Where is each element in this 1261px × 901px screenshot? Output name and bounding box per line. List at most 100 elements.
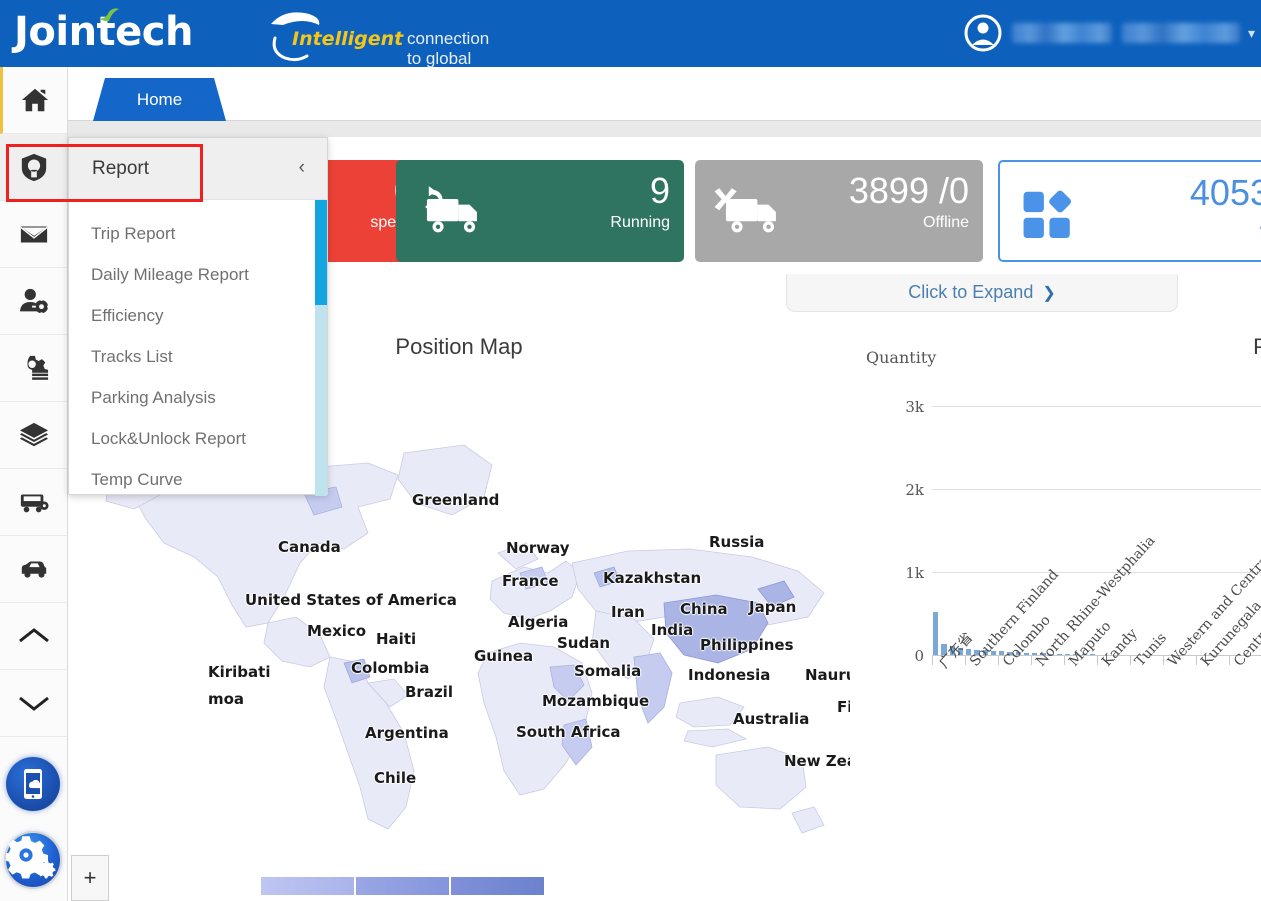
logo-checkmark-icon <box>99 8 119 22</box>
map-label: Philippines <box>700 636 794 654</box>
left-icon-rail <box>0 67 68 901</box>
chart-y-axis-label: Quantity <box>866 348 937 367</box>
map-label: Indonesia <box>688 666 771 684</box>
kpi-card-all[interactable]: 4053 A <box>998 160 1261 262</box>
kpi-value: 9 <box>649 170 670 211</box>
map-label: Iran <box>611 603 645 621</box>
shield-report-icon <box>21 153 46 182</box>
map-label: Guinea <box>474 647 534 665</box>
map-label: Brazil <box>405 683 453 701</box>
mobile-cloud-icon <box>24 769 42 799</box>
tab-home[interactable]: Home <box>93 78 226 121</box>
y-tick-label: 1k <box>905 564 924 582</box>
flyout-item[interactable]: Tracks List <box>69 336 327 377</box>
chevron-down-icon <box>18 696 49 711</box>
gear-list-icon <box>26 355 48 380</box>
mobile-app-button[interactable] <box>6 757 60 811</box>
map-label: Colombia <box>351 659 430 677</box>
map-label: India <box>651 621 694 639</box>
map-label: Fiji <box>837 698 850 716</box>
map-label: Canada <box>278 538 341 556</box>
kpi-value: 4053 <box>1189 172 1261 213</box>
user-settings-icon <box>19 288 49 316</box>
x-axis-labels: 广东省 Southern Finland Colombo North Rhine-We… <box>850 507 1261 895</box>
chevron-down-icon: ❯ <box>1042 284 1056 302</box>
sidebar-item-report[interactable] <box>0 134 67 201</box>
y-tick-label: 2k <box>905 481 924 499</box>
map-label: Kazakhstan <box>603 569 702 587</box>
map-label: Norway <box>506 539 570 557</box>
sidebar-item-layers[interactable] <box>0 402 67 469</box>
map-label: Mexico <box>307 622 367 640</box>
bar[interactable] <box>933 611 939 655</box>
sidebar-item-vehicle[interactable] <box>0 536 67 603</box>
tagline-emphasis: Intelligent <box>292 28 404 50</box>
kpi-card-running[interactable]: 9 Running <box>396 160 684 262</box>
sidebar-item-user-management[interactable] <box>0 268 67 335</box>
brand-logo[interactable]: Jointech <box>14 4 194 60</box>
sidebar-item-truck-management[interactable] <box>0 469 67 536</box>
flyout-item[interactable]: Lock&Unlock Report <box>69 418 327 459</box>
chart-plot-area[interactable]: 3k 2k 1k 0 <box>850 372 1261 665</box>
legend-segment <box>355 876 450 896</box>
flyout-header[interactable]: Report ‹ <box>69 138 327 200</box>
legend-segment <box>260 876 355 896</box>
sidebar-item-device-config[interactable] <box>0 335 67 402</box>
home-icon <box>21 88 49 112</box>
legend-segment <box>450 876 545 896</box>
position-statistics-panel: Pos Quantity 3k 2k 1k 0 广东省Southern Finl… <box>850 312 1261 901</box>
map-legend <box>260 876 545 896</box>
avatar-icon <box>964 14 1002 52</box>
map-label: China <box>680 600 728 618</box>
flyout-item[interactable]: Parking Analysis <box>69 377 327 418</box>
map-label: South Africa <box>516 723 621 741</box>
sidebar-item-home[interactable] <box>0 67 67 134</box>
map-label: Kiribati <box>208 663 271 681</box>
chart-title: Pos <box>1253 334 1261 359</box>
app-root: Jointech Intelligent connection to globa… <box>0 0 1261 901</box>
chevron-down-icon: ▾ <box>1247 24 1255 41</box>
sidebar-item-messages[interactable] <box>0 201 67 268</box>
settings-gear-icon <box>4 836 56 879</box>
content-separator <box>68 121 1261 137</box>
chevron-up-icon <box>18 628 49 643</box>
flyout-item[interactable]: Efficiency <box>69 295 327 336</box>
collapse-icon[interactable]: ‹ <box>299 158 305 178</box>
y-tick-label: 3k <box>905 398 924 416</box>
scrollbar-thumb[interactable] <box>315 200 327 305</box>
flyout-item[interactable]: Daily Mileage Report <box>69 254 327 295</box>
map-label: Greenland <box>412 491 500 509</box>
map-label: Somalia <box>574 662 642 680</box>
grid-blocks-icon <box>1023 190 1071 239</box>
map-zoom-in-button[interactable]: + <box>71 855 109 901</box>
map-label: United States of America <box>245 591 457 609</box>
map-label: Nauru <box>805 666 850 684</box>
user-account-menu[interactable]: ▾ <box>964 10 1255 56</box>
click-to-expand-button[interactable]: Click to Expand ❯ <box>786 274 1178 312</box>
username-redacted <box>1011 23 1112 43</box>
sidebar-scroll-down[interactable] <box>0 670 67 737</box>
app-header: Jointech Intelligent connection to globa… <box>0 0 1261 108</box>
tab-bar: Home <box>68 67 1261 121</box>
flyout-item-list: Trip Report Daily Mileage Report Efficienc… <box>69 200 327 500</box>
flyout-title: Report <box>92 157 150 179</box>
settings-button[interactable] <box>4 833 60 887</box>
map-label: Algeria <box>508 613 569 631</box>
kpi-label: Running <box>610 214 670 231</box>
flyout-item[interactable]: Trip Report <box>69 213 327 254</box>
sidebar-scroll-up[interactable] <box>0 603 67 670</box>
report-flyout-menu: Report ‹ Trip Report Daily Mileage Report… <box>68 137 328 496</box>
car-icon <box>21 561 46 578</box>
kpi-value: 3899 /0 <box>848 170 969 211</box>
expand-label: Click to Expand <box>908 282 1034 302</box>
truck-settings-icon <box>20 494 49 513</box>
company-redacted <box>1121 23 1240 43</box>
map-label: France <box>502 572 559 590</box>
envelope-icon <box>20 226 47 243</box>
map-label: New Zealar <box>784 752 850 770</box>
flyout-item[interactable]: Temp Curve <box>69 459 327 500</box>
truck-offline-icon <box>714 188 776 233</box>
kpi-card-offline[interactable]: 3899 /0 Offline <box>695 160 983 262</box>
map-label: moa <box>208 690 245 708</box>
flyout-scrollbar[interactable] <box>315 200 327 496</box>
